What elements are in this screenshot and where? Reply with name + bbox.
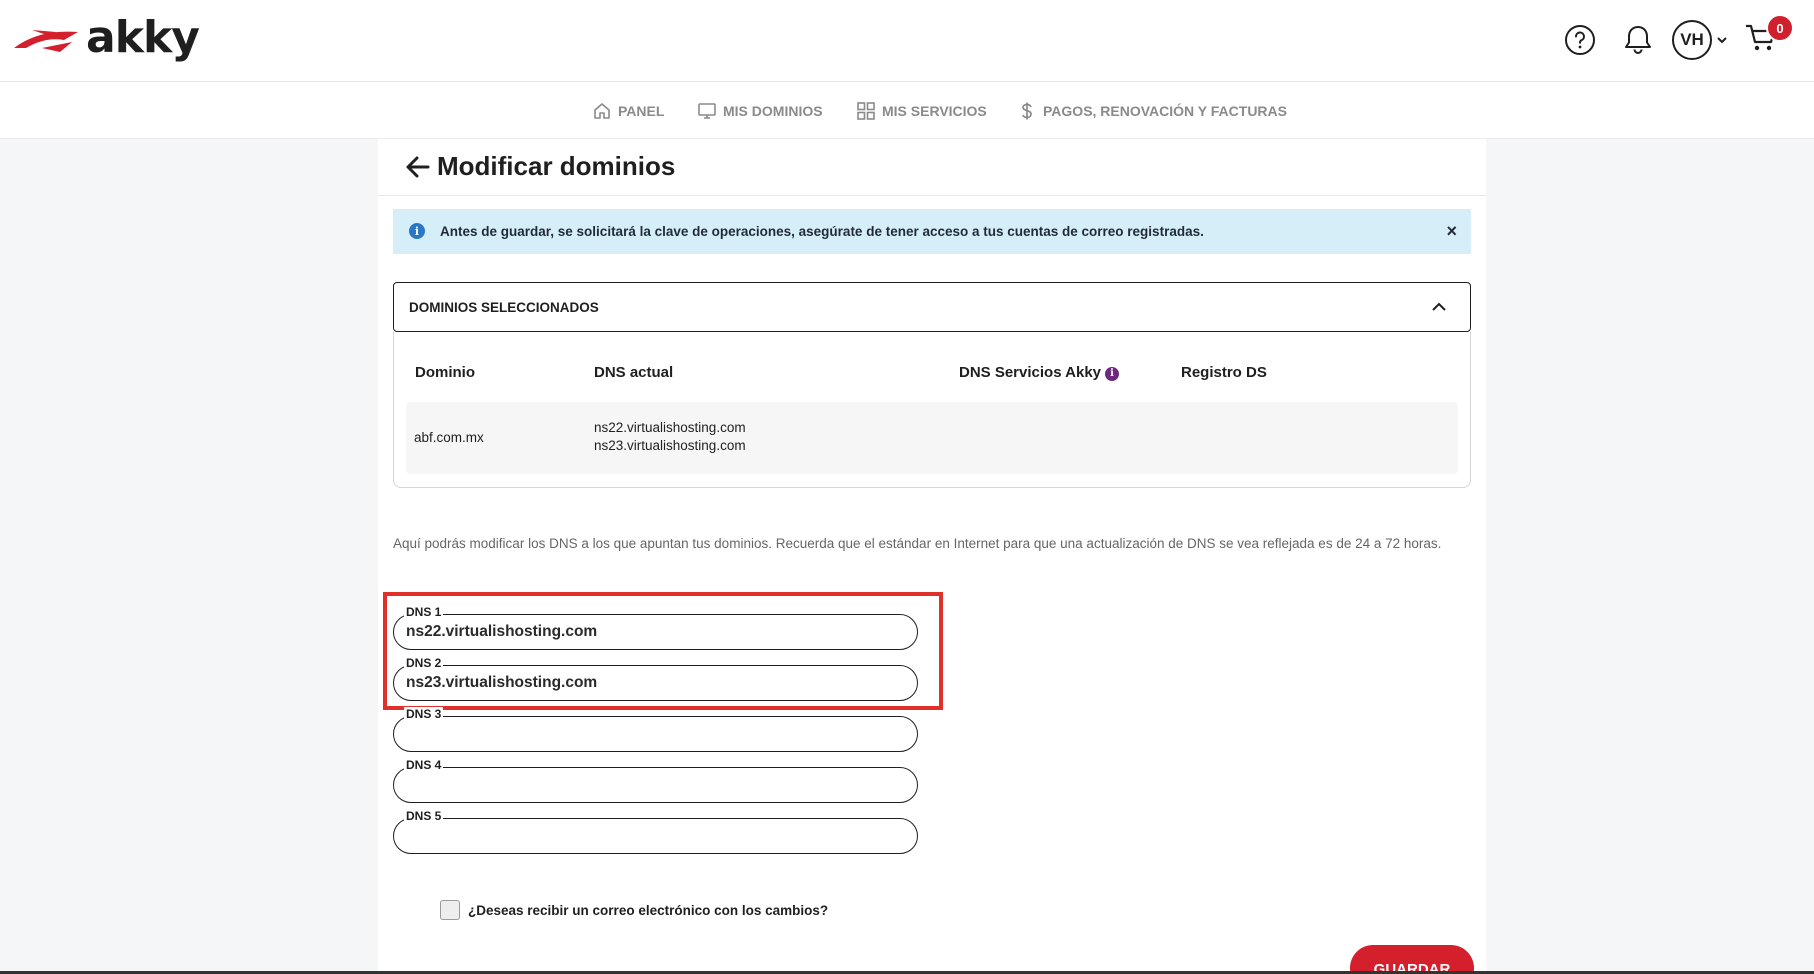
cell-domain: abf.com.mx <box>414 430 484 445</box>
save-button[interactable]: GUARDAR <box>1350 945 1474 974</box>
cell-dns-2: ns23.virtualishosting.com <box>594 438 746 453</box>
dns-5-field[interactable]: DNS 5 <box>393 809 918 854</box>
column-header-dns-servicios-label: DNS Servicios Akky <box>959 364 1102 381</box>
chevron-up-icon <box>1432 302 1446 311</box>
nav-item-label: MIS DOMINIOS <box>723 102 823 119</box>
help-circle-icon <box>1565 25 1595 55</box>
monitor-icon <box>698 102 716 119</box>
column-header-dominio: Dominio <box>415 364 475 381</box>
nav-item-mis-servicios[interactable]: MIS SERVICIOS <box>856 82 987 139</box>
selected-domains-accordion[interactable]: DOMINIOS SELECCIONADOS <box>393 282 1471 332</box>
email-changes-option[interactable]: ¿Deseas recibir un correo electrónico co… <box>440 900 828 920</box>
column-header-dns-actual: DNS actual <box>594 364 674 381</box>
chevron-down-icon <box>1717 37 1727 44</box>
user-menu[interactable]: VH <box>1672 20 1729 60</box>
help-button[interactable] <box>1560 20 1600 60</box>
info-alert: i Antes de guardar, se solicitará la cla… <box>393 209 1471 254</box>
info-icon: i <box>409 223 425 239</box>
notifications-button[interactable] <box>1618 20 1658 60</box>
dns-1-value: ns22.virtualishosting.com <box>406 623 598 640</box>
cart-count-badge: 0 <box>1766 14 1794 42</box>
bell-icon <box>1625 26 1651 54</box>
dns-5-label: DNS 5 <box>404 809 444 823</box>
dns-2-value: ns23.virtualishosting.com <box>406 674 598 691</box>
dns-2-label: DNS 2 <box>404 656 444 670</box>
column-header-registro-ds: Registro DS <box>1181 364 1267 381</box>
email-changes-checkbox[interactable] <box>440 900 460 920</box>
nav-item-label: PAGOS, RENOVACIÓN Y FACTURAS <box>1043 102 1287 119</box>
accordion-title: DOMINIOS SELECCIONADOS <box>409 300 599 315</box>
nav-item-label: PANEL <box>618 102 665 119</box>
akky-logo-icon <box>14 30 78 52</box>
email-changes-label: ¿Deseas recibir un correo electrónico co… <box>468 902 829 918</box>
dns-4-label: DNS 4 <box>404 758 444 772</box>
main-nav: PANEL MIS DOMINIOS MIS SERVICIOS PAGOS, … <box>0 82 1814 139</box>
grid-icon <box>857 101 875 120</box>
dns-help-text: Aquí podrás modificar los DNS a los que … <box>393 536 1442 551</box>
dollar-icon <box>1022 102 1032 119</box>
top-header: akky VH 0 <box>0 0 1814 82</box>
alert-text: Antes de guardar, se solicitará la clave… <box>440 224 1204 239</box>
avatar: VH <box>1672 20 1712 60</box>
akky-logo[interactable]: akky <box>12 12 200 63</box>
dns-3-field[interactable]: DNS 3 <box>393 707 918 752</box>
table-row: abf.com.mx ns22.virtualishosting.com ns2… <box>406 402 1458 474</box>
nav-item-panel[interactable]: PANEL <box>592 82 664 139</box>
dns-3-label: DNS 3 <box>404 707 444 721</box>
title-row: Modificar dominios <box>378 139 1486 196</box>
home-icon <box>594 102 610 119</box>
dns-1-field[interactable]: DNS 1 ns22.virtualishosting.com <box>393 605 918 650</box>
nav-item-pagos[interactable]: PAGOS, RENOVACIÓN Y FACTURAS <box>1017 82 1287 139</box>
cell-dns-1: ns22.virtualishosting.com <box>594 420 746 435</box>
dns-4-field[interactable]: DNS 4 <box>393 758 918 803</box>
nav-item-label: MIS SERVICIOS <box>882 102 987 119</box>
back-arrow-icon[interactable] <box>404 153 432 181</box>
domains-table: Dominio DNS actual DNS Servicios Akky i R… <box>393 332 1471 488</box>
dns-1-label: DNS 1 <box>404 605 444 619</box>
main-panel: Modificar dominios i Antes de guardar, s… <box>378 139 1486 974</box>
info-icon[interactable]: i <box>1105 367 1120 381</box>
logo-text: akky <box>86 12 200 63</box>
column-header-dns-servicios: DNS Servicios Akky i <box>959 364 1120 381</box>
dns-2-field[interactable]: DNS 2 ns23.virtualishosting.com <box>393 656 918 701</box>
nav-item-mis-dominios[interactable]: MIS DOMINIOS <box>697 82 823 139</box>
alert-close-button[interactable]: × <box>1446 221 1457 242</box>
page-title: Modificar dominios <box>437 151 676 181</box>
